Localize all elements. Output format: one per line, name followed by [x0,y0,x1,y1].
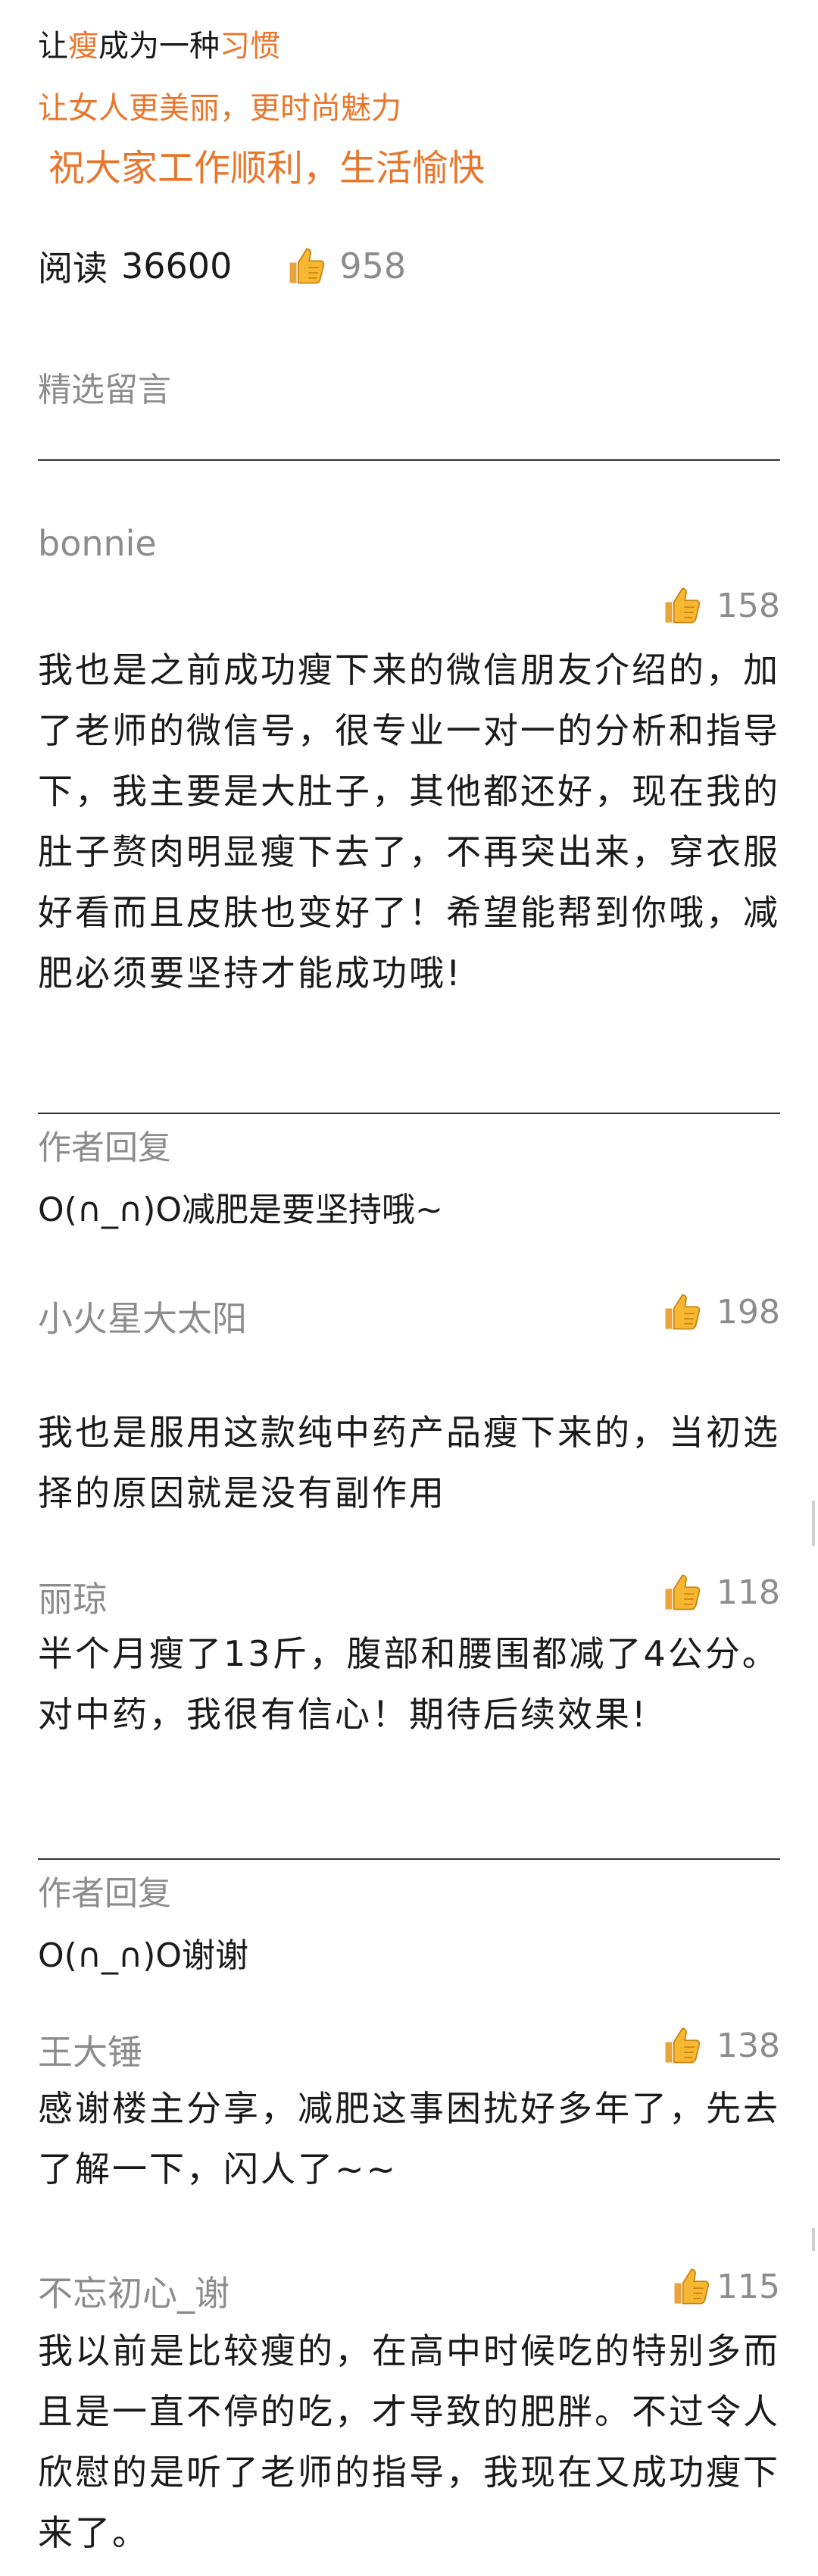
comment-text: 我也是之前成功瘦下来的微信朋友介绍的，加了老师的微信号，很专业一对一的分析和指导… [38,649,780,994]
comment-text: 我以前是比较瘦的，在高中时候吃的特别多而且是一直不停的吃，才导致的肥胖。不过令人… [38,2330,780,2553]
intro-highlight: 习惯 [220,29,280,64]
comment-like-button[interactable]: 115 [671,2266,780,2307]
comment-author: 不忘初心_谢 [38,2273,229,2314]
stats-bar: 阅读 36600 958 [38,241,406,291]
comment-like-button[interactable]: 158 [662,585,780,626]
article-like-button[interactable]: 958 [286,246,406,286]
author-reply-text: O(∩_∩)O谢谢 [38,1936,249,1975]
thumbs-up-icon [662,1291,703,1332]
comment-author: bonnie [38,523,157,564]
author-reply-label: 作者回复 [38,1874,171,1913]
divider [38,459,780,461]
divider [38,1858,780,1860]
article-like-count: 958 [339,246,407,286]
thumbs-up-icon [662,1572,703,1613]
comment-like-button[interactable]: 138 [662,2025,780,2066]
read-count: 36600 [121,246,233,286]
comment-author: 小火星大太阳 [38,1298,247,1339]
comment-like-count: 158 [717,586,780,625]
comment-like-button[interactable]: 118 [662,1572,780,1613]
intro-line-2: 让女人更美丽，更时尚魅力 [38,91,401,126]
comment-like-count: 198 [717,1292,780,1332]
divider [38,1113,780,1114]
read-label: 阅读 [38,248,108,289]
comment-author: 王大锤 [38,2032,142,2073]
intro-text: 让 [38,29,68,64]
intro-line-1: 让瘦成为一种习惯 [38,21,280,65]
scrollbar-indicator[interactable] [812,1501,815,1546]
intro-line-3: 祝大家工作顺利，生活愉快 [48,147,485,189]
intro-highlight: 瘦 [68,29,98,64]
comment-text: 我也是服用这款纯中药产品瘦下来的，当初选择的原因就是没有副作用 [38,1412,780,1513]
comment-like-count: 138 [717,2026,780,2065]
comment-text: 半个月瘦了13斤，腹部和腰围都减了4公分。对中药，我很有信心！期待后续效果! [38,1633,779,1735]
author-reply-text: O(∩_∩)O减肥是要坚持哦~ [38,1191,443,1229]
scrollbar-indicator[interactable] [812,2228,815,2251]
author-reply-label: 作者回复 [38,1128,171,1167]
intro-text: 成为一种 [98,29,220,64]
thumbs-up-icon [671,2266,712,2307]
comment-like-button[interactable]: 198 [662,1291,780,1332]
thumbs-up-icon [286,246,327,286]
comment-like-count: 115 [717,2267,780,2306]
comment-author: 丽琼 [38,1579,108,1620]
comment-text: 感谢楼主分享，减肥这事困扰好多年了，先去了解一下，闪人了~~ [38,2088,780,2189]
comment-like-count: 118 [717,1573,780,1612]
comments-header: 精选留言 [38,371,171,409]
thumbs-up-icon [662,2025,703,2066]
thumbs-up-icon [662,585,703,626]
